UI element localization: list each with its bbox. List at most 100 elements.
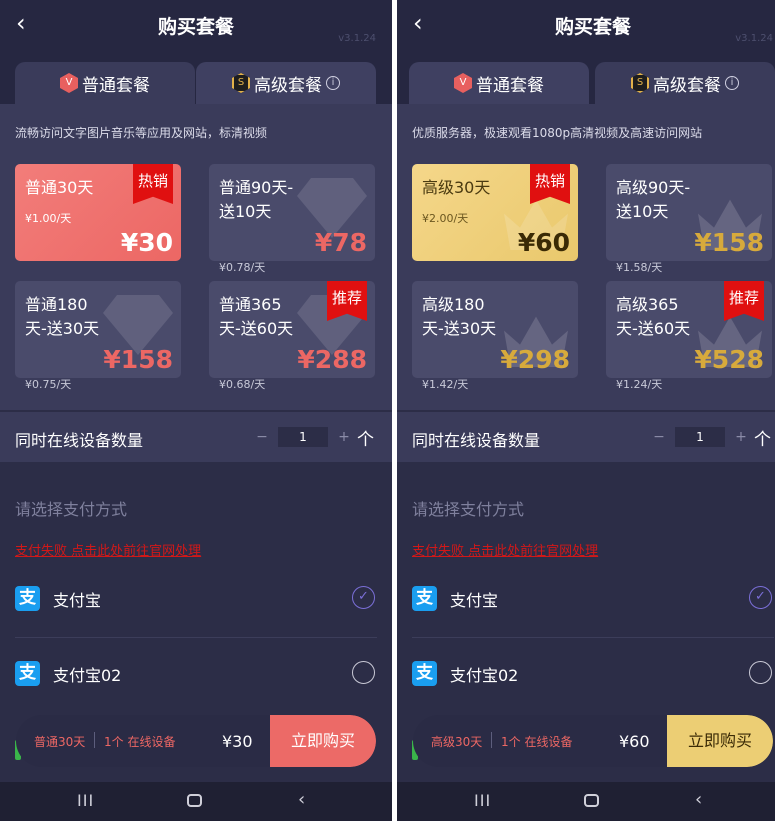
payment-help-link[interactable]: 支付失败 点击此处前往官网处理 [15, 540, 201, 559]
radio-unchecked-icon[interactable] [749, 661, 772, 684]
plan-card[interactable]: 高级90天-送10天 ¥158 [606, 164, 772, 261]
summary-plan: 普通30天 [34, 735, 86, 749]
top-bar: ‹ 购买套餐 v3.1.24 [0, 0, 392, 48]
radio-checked-icon[interactable]: ✓ [749, 586, 772, 609]
nav-back-icon[interactable]: ‹ [298, 789, 305, 810]
device-count-label: 同时在线设备数量 [15, 431, 144, 450]
payment-method-alipay[interactable]: 支 支付宝 ✓ [412, 570, 772, 644]
plan-price: ¥288 [297, 345, 367, 374]
alipay-icon: 支 [412, 586, 437, 611]
plan-unit-price: ¥0.78/天 [219, 261, 266, 274]
system-nav-bar: III ‹ [0, 782, 392, 821]
tab-normal-label: 普通套餐 [476, 75, 544, 96]
recent-apps-icon[interactable]: III [474, 791, 491, 810]
plan-content: 流畅访问文字图片音乐等应用及网站，标清视频 普通30天 ¥1.00/天 ¥30 … [0, 104, 392, 410]
alipay-icon: 支 [412, 661, 437, 686]
payment-method-alipay-02[interactable]: 支 支付宝02 [412, 645, 772, 719]
radio-unchecked-icon[interactable] [352, 661, 375, 684]
tab-normal[interactable]: V 普通套餐 [409, 62, 589, 104]
page-title: 购买套餐 [554, 16, 631, 38]
device-quantity[interactable]: 1 [278, 427, 328, 447]
plan-price: ¥78 [314, 228, 367, 257]
plan-content: 优质服务器，极速观看1080p高清视频及高速访问网站 高级30天 ¥2.00/天… [397, 104, 775, 410]
summary-plan: 高级30天 [431, 735, 483, 749]
plan-unit-price: ¥2.00/天 [422, 212, 469, 225]
payment-method-name: 支付宝 [53, 591, 102, 610]
plan-price: ¥528 [694, 345, 764, 374]
home-icon[interactable] [584, 794, 599, 807]
buy-now-button[interactable]: 立即购买 [270, 715, 376, 767]
summary-devices: 1个 在线设备 [104, 735, 176, 749]
plan-tabs: V 普通套餐 S 高级套餐 i [0, 48, 392, 104]
plan-card[interactable]: 普通180天-送30天 ¥158 [15, 281, 181, 378]
plus-button[interactable]: + [338, 429, 350, 445]
plan-price: ¥158 [103, 345, 173, 374]
device-count-label: 同时在线设备数量 [412, 431, 541, 450]
plan-name: 高级90天-送10天 [616, 178, 691, 221]
s-badge-icon: S [232, 73, 250, 93]
minus-button[interactable]: − [256, 429, 268, 445]
home-icon[interactable] [187, 794, 202, 807]
plan-name: 普通30天 [25, 178, 94, 197]
plan-unit-price: ¥1.24/天 [616, 378, 663, 391]
plan-name: 普通365天-送60天 [219, 295, 294, 338]
payment-method-name: 支付宝02 [53, 666, 122, 685]
plan-card[interactable]: 高级30天 ¥2.00/天 ¥60 热销 [412, 164, 578, 261]
device-count-row: 同时在线设备数量 − 1 + 个 [397, 412, 775, 462]
plus-button[interactable]: + [735, 429, 747, 445]
info-icon[interactable]: i [725, 76, 739, 90]
plan-tabs: V 普通套餐 S 高级套餐 i [397, 48, 775, 104]
top-bar: ‹ 购买套餐 v3.1.24 [397, 0, 775, 48]
device-stepper: − 1 + [653, 426, 747, 448]
v-badge-icon: V [454, 73, 472, 93]
payment-method-alipay[interactable]: 支 支付宝 ✓ [15, 570, 375, 644]
plan-unit-price: ¥1.58/天 [616, 261, 663, 274]
payment-help-link[interactable]: 支付失败 点击此处前往官网处理 [412, 540, 598, 559]
payment-title: 请选择支付方式 [412, 500, 525, 519]
device-quantity[interactable]: 1 [675, 427, 725, 447]
plan-name: 高级30天 [422, 178, 491, 197]
plan-unit-price: ¥1.00/天 [25, 212, 72, 225]
tab-normal-label: 普通套餐 [82, 75, 150, 96]
hot-ribbon: 热销 [133, 164, 173, 204]
radio-checked-icon[interactable]: ✓ [352, 586, 375, 609]
order-summary-bar: 高级30天 1个 在线设备 ¥60 立即购买 [413, 715, 773, 767]
plan-card[interactable]: 高级365天-送60天 ¥528 推荐 [606, 281, 772, 378]
divider [15, 637, 377, 638]
version-label: v3.1.24 [338, 33, 376, 44]
plan-name: 普通180天-送30天 [25, 295, 100, 338]
tab-premium-label: 高级套餐 [254, 75, 322, 96]
plan-price: ¥298 [500, 345, 570, 374]
order-summary-bar: 普通30天 1个 在线设备 ¥30 立即购买 [16, 715, 376, 767]
plan-card[interactable]: 普通30天 ¥1.00/天 ¥30 热销 [15, 164, 181, 261]
device-stepper: − 1 + [256, 426, 350, 448]
purchase-screen-normal: ‹ 购买套餐 v3.1.24 V 普通套餐 S 高级套餐 i 流畅访问文字图片音… [0, 0, 392, 821]
plan-card[interactable]: 普通90天-送10天 ¥78 [209, 164, 375, 261]
plan-card[interactable]: 高级180天-送30天 ¥298 [412, 281, 578, 378]
minus-button[interactable]: − [653, 429, 665, 445]
buy-now-button[interactable]: 立即购买 [667, 715, 773, 767]
tab-normal[interactable]: V 普通套餐 [15, 62, 195, 104]
plan-price: ¥60 [517, 228, 570, 257]
plan-price: ¥158 [694, 228, 764, 257]
tab-premium[interactable]: S 高级套餐 i [196, 62, 376, 104]
plan-description: 流畅访问文字图片音乐等应用及网站，标清视频 [15, 126, 268, 140]
plan-card[interactable]: 普通365天-送60天 ¥288 推荐 [209, 281, 375, 378]
tab-premium-label: 高级套餐 [653, 75, 721, 96]
payment-title: 请选择支付方式 [15, 500, 128, 519]
payment-method-alipay-02[interactable]: 支 支付宝02 [15, 645, 375, 719]
divider [491, 732, 492, 748]
alipay-icon: 支 [15, 661, 40, 686]
divider [412, 637, 774, 638]
device-count-row: 同时在线设备数量 − 1 + 个 [0, 412, 392, 462]
info-icon[interactable]: i [326, 76, 340, 90]
plan-name: 高级180天-送30天 [422, 295, 497, 338]
plan-name: 高级365天-送60天 [616, 295, 691, 338]
plan-name: 普通90天-送10天 [219, 178, 294, 221]
tab-premium[interactable]: S 高级套餐 i [595, 62, 775, 104]
nav-back-icon[interactable]: ‹ [695, 789, 702, 810]
divider [94, 732, 95, 748]
payment-method-name: 支付宝 [450, 591, 499, 610]
recent-apps-icon[interactable]: III [77, 791, 94, 810]
system-nav-bar: III ‹ [397, 782, 775, 821]
